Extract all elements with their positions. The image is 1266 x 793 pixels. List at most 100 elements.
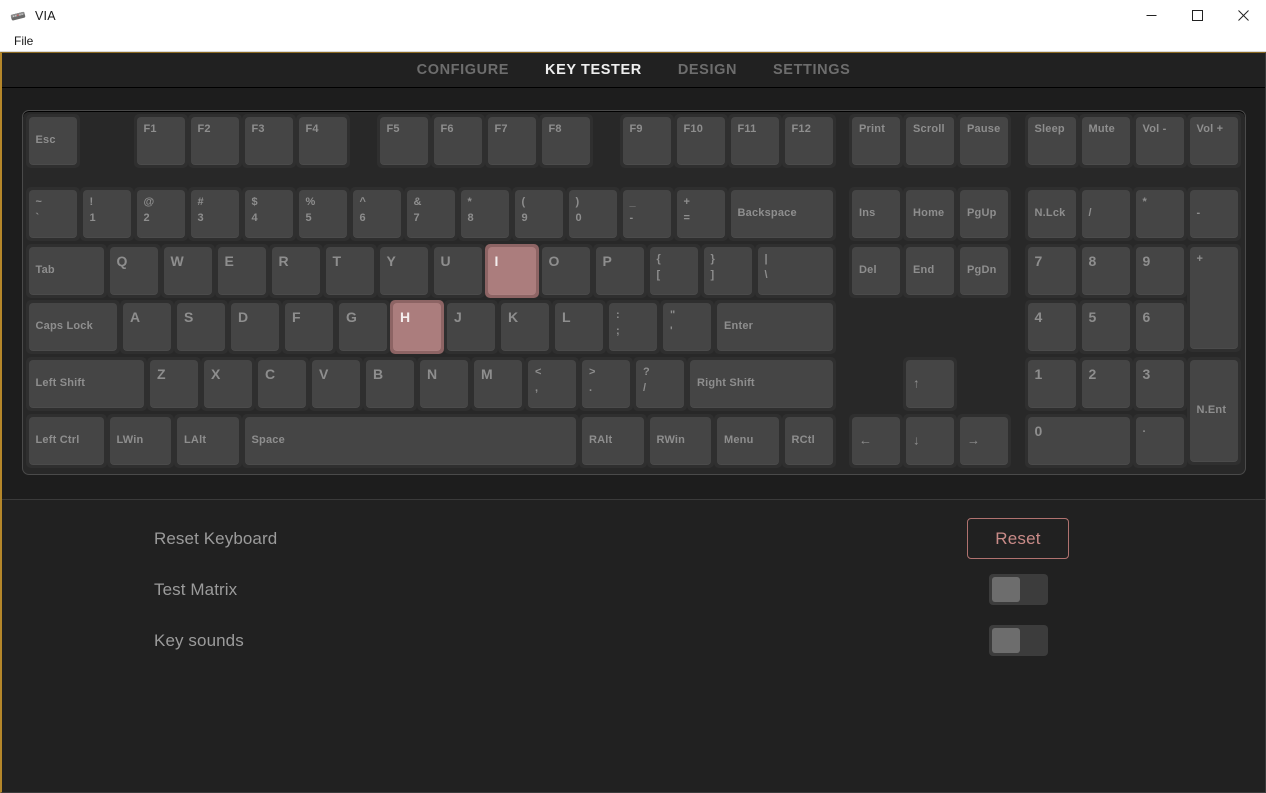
key-2[interactable]: @ 2 (133, 186, 188, 241)
key-n-lck[interactable]: N.Lck (1024, 186, 1079, 241)
key-f1[interactable]: F1 (133, 114, 188, 168)
key-7[interactable]: & 7 (403, 186, 458, 241)
key-left-shift[interactable]: Left Shift (25, 357, 147, 411)
key-del[interactable]: Del (849, 243, 903, 298)
key-o[interactable]: O (538, 243, 593, 298)
key-rctl[interactable]: RCtl (781, 413, 836, 468)
key-r[interactable]: R (268, 243, 323, 298)
key-sym[interactable]: - (1186, 186, 1241, 241)
key-5[interactable]: 5 (1078, 300, 1133, 355)
key-6[interactable]: ^ 6 (349, 186, 404, 241)
key-tab[interactable]: Tab (25, 243, 107, 298)
key-v[interactable]: V (309, 357, 363, 411)
key-menu[interactable]: Menu (714, 413, 782, 468)
key-m[interactable]: M (471, 357, 525, 411)
key-pgup[interactable]: PgUp (957, 186, 1011, 241)
key-i[interactable]: I (484, 243, 539, 298)
key-sym[interactable]: → (957, 413, 1011, 468)
key-left-ctrl[interactable]: Left Ctrl (25, 413, 107, 468)
key-g[interactable]: G (336, 300, 390, 355)
toggle-key-sounds[interactable] (988, 625, 1048, 656)
key-esc[interactable]: Esc (25, 114, 80, 168)
key-1[interactable]: 1 (1024, 357, 1079, 411)
maximize-icon[interactable] (1174, 0, 1220, 31)
key-4[interactable]: 4 (1024, 300, 1079, 355)
key-sym[interactable]: } ] (700, 243, 755, 298)
tab-key-tester[interactable]: KEY TESTER (527, 53, 660, 88)
key-n-ent[interactable]: N.Ent (1186, 357, 1241, 465)
close-icon[interactable] (1220, 0, 1266, 31)
key-6[interactable]: 6 (1132, 300, 1187, 355)
key-lwin[interactable]: LWin (106, 413, 174, 468)
key-sym[interactable]: < , (525, 357, 579, 411)
key-s[interactable]: S (174, 300, 228, 355)
key-f10[interactable]: F10 (673, 114, 728, 168)
key-f11[interactable]: F11 (727, 114, 782, 168)
key-f8[interactable]: F8 (538, 114, 593, 168)
key-sym[interactable]: ↑ (903, 357, 957, 411)
key-d[interactable]: D (228, 300, 282, 355)
key-backspace[interactable]: Backspace (727, 186, 836, 241)
key-z[interactable]: Z (147, 357, 201, 411)
key-sym[interactable]: * (1132, 186, 1187, 241)
key-c[interactable]: C (255, 357, 309, 411)
key-b[interactable]: B (363, 357, 417, 411)
key-f6[interactable]: F6 (430, 114, 485, 168)
key-9[interactable]: ( 9 (511, 186, 566, 241)
key-f7[interactable]: F7 (484, 114, 539, 168)
key-home[interactable]: Home (903, 186, 957, 241)
key-sym[interactable]: " ' (660, 300, 714, 355)
key-f3[interactable]: F3 (241, 114, 296, 168)
key-rwin[interactable]: RWin (646, 413, 714, 468)
key-l[interactable]: L (552, 300, 606, 355)
key-sym[interactable]: / (1078, 186, 1133, 241)
key-mute[interactable]: Mute (1078, 114, 1133, 168)
key-sym[interactable]: { [ (646, 243, 701, 298)
key-print[interactable]: Print (849, 114, 903, 168)
key-scroll[interactable]: Scroll (903, 114, 957, 168)
key-f4[interactable]: F4 (295, 114, 350, 168)
key-sym[interactable]: ← (849, 413, 903, 468)
key-sym[interactable]: . (1132, 413, 1187, 468)
minimize-icon[interactable] (1128, 0, 1174, 31)
key-p[interactable]: P (592, 243, 647, 298)
key-4[interactable]: $ 4 (241, 186, 296, 241)
key-a[interactable]: A (120, 300, 174, 355)
key-sym[interactable]: > . (579, 357, 633, 411)
key-sleep[interactable]: Sleep (1024, 114, 1079, 168)
key-y[interactable]: Y (376, 243, 431, 298)
key-sym[interactable]: ~ ` (25, 186, 80, 241)
key-f5[interactable]: F5 (376, 114, 431, 168)
key-e[interactable]: E (214, 243, 269, 298)
key-7[interactable]: 7 (1024, 243, 1079, 298)
key-u[interactable]: U (430, 243, 485, 298)
key-0[interactable]: 0 (1024, 413, 1133, 468)
key-sym[interactable]: : ; (606, 300, 660, 355)
key-end[interactable]: End (903, 243, 957, 298)
key-pause[interactable]: Pause (957, 114, 1011, 168)
tab-configure[interactable]: CONFIGURE (399, 53, 527, 88)
key-sym[interactable]: ? / (633, 357, 687, 411)
key-lalt[interactable]: LAlt (174, 413, 242, 468)
tab-design[interactable]: DESIGN (660, 53, 755, 88)
key-vol[interactable]: Vol + (1186, 114, 1241, 168)
reset-button[interactable]: Reset (967, 518, 1069, 559)
key-5[interactable]: % 5 (295, 186, 350, 241)
key-x[interactable]: X (201, 357, 255, 411)
key-f2[interactable]: F2 (187, 114, 242, 168)
key-caps-lock[interactable]: Caps Lock (25, 300, 120, 355)
key-right-shift[interactable]: Right Shift (687, 357, 836, 411)
key-0[interactable]: ) 0 (565, 186, 620, 241)
key-8[interactable]: 8 (1078, 243, 1133, 298)
toggle-test-matrix[interactable] (988, 574, 1048, 605)
key-sym[interactable]: ↓ (903, 413, 957, 468)
key-sym[interactable]: + (1186, 243, 1241, 352)
tab-settings[interactable]: SETTINGS (755, 53, 868, 88)
key-j[interactable]: J (444, 300, 498, 355)
key-9[interactable]: 9 (1132, 243, 1187, 298)
key-enter[interactable]: Enter (714, 300, 836, 355)
key-q[interactable]: Q (106, 243, 161, 298)
key-f9[interactable]: F9 (619, 114, 674, 168)
key-w[interactable]: W (160, 243, 215, 298)
key-8[interactable]: * 8 (457, 186, 512, 241)
